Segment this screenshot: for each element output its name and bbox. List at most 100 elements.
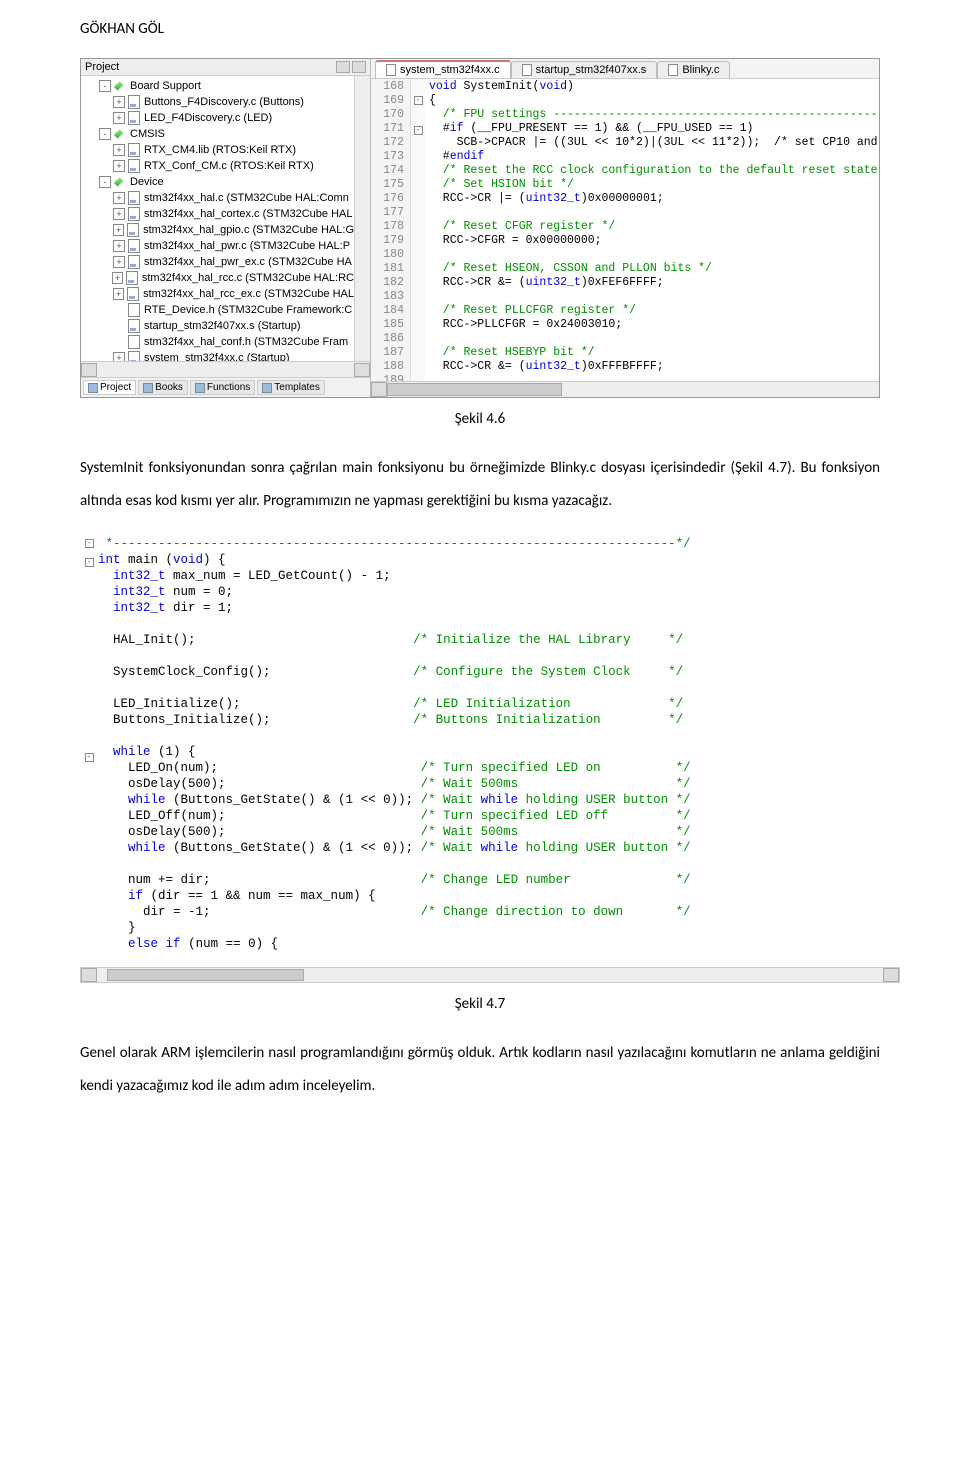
scrollbar-thumb[interactable] — [387, 383, 562, 396]
tree-item[interactable]: startup_stm32f407xx.s (Startup) — [81, 318, 354, 334]
code-line[interactable]: RCC->CR |= (uint32_t)0x00000001; — [429, 192, 879, 206]
code-line[interactable]: #endif — [429, 150, 879, 164]
panel-pin-icon[interactable] — [336, 61, 350, 73]
editor-tab[interactable]: system_stm32f4xx.c — [375, 60, 511, 78]
tree-item-label: Board Support — [130, 80, 201, 92]
panel-tab[interactable]: Functions — [190, 380, 255, 395]
code-line[interactable]: /* FPU settings ------------------------… — [429, 108, 879, 122]
tree-item[interactable]: -Device — [81, 174, 354, 190]
code-line[interactable]: void SystemInit(void) — [429, 80, 879, 94]
code-line[interactable] — [429, 206, 879, 220]
line-number: 182 — [371, 276, 404, 290]
tree-item[interactable]: +stm32f4xx_hal_gpio.c (STM32Cube HAL:G — [81, 222, 354, 238]
tree-expander-icon[interactable]: + — [113, 192, 125, 204]
tree-item[interactable]: +system_stm32f4xx.c (Startup) — [81, 350, 354, 361]
code-editor[interactable]: 1681691701711721731741751761771781791801… — [371, 79, 879, 381]
diamond-icon — [114, 177, 123, 186]
line-number: 176 — [371, 192, 404, 206]
code-figure-scrollbar[interactable] — [80, 967, 900, 983]
code-line[interactable]: /* Reset HSEBYP bit */ — [429, 346, 879, 360]
tree-item[interactable]: - Board Support — [81, 78, 354, 94]
tree-expander-icon[interactable]: + — [113, 96, 125, 108]
tree-item[interactable]: +stm32f4xx_hal.c (STM32Cube HAL:Comn — [81, 190, 354, 206]
tree-item-label: startup_stm32f407xx.s (Startup) — [144, 320, 301, 332]
tree-item[interactable]: +stm32f4xx_hal_pwr.c (STM32Cube HAL:P — [81, 238, 354, 254]
code-line[interactable]: RCC->PLLCFGR = 0x24003010; — [429, 318, 879, 332]
tree-item[interactable]: +stm32f4xx_hal_rcc_ex.c (STM32Cube HAL — [81, 286, 354, 302]
tree-item-label: RTX_Conf_CM.c (RTOS:Keil RTX) — [144, 160, 314, 172]
code-line[interactable]: /* Reset the RCC clock configuration to … — [429, 164, 879, 178]
scrollbar-thumb[interactable] — [107, 969, 304, 981]
tree-expander-icon[interactable]: + — [113, 288, 125, 300]
code-line[interactable]: RCC->CR &= (uint32_t)0xFEF6FFFF; — [429, 276, 879, 290]
fold-column-2[interactable]: - - - — [80, 536, 98, 961]
page-author: GÖKHAN GÖL — [0, 0, 960, 48]
code-lines[interactable]: void SystemInit(void){ /* FPU settings -… — [425, 79, 879, 381]
tree-expander-icon[interactable]: + — [113, 208, 125, 220]
tree-item[interactable]: +stm32f4xx_hal_rcc.c (STM32Cube HAL:RC — [81, 270, 354, 286]
code-line[interactable]: /* Reset CFGR register */ — [429, 220, 879, 234]
code-line[interactable]: SCB->CPACR |= ((3UL << 10*2)|(3UL << 11*… — [429, 136, 879, 150]
tree-scrollbar-horizontal[interactable] — [81, 361, 370, 377]
tree-expander-icon[interactable]: + — [112, 272, 124, 284]
tree-expander-icon[interactable]: + — [113, 256, 125, 268]
tree-expander-icon[interactable]: + — [113, 240, 125, 252]
code-line[interactable]: RCC->CR &= (uint32_t)0xFFFBFFFF; — [429, 360, 879, 374]
tree-item[interactable]: + RTX_Conf_CM.c (RTOS:Keil RTX) — [81, 158, 354, 174]
diamond-icon — [114, 81, 123, 90]
line-number: 178 — [371, 220, 404, 234]
editor-tab[interactable]: Blinky.c — [657, 61, 730, 78]
tree-expander-icon[interactable]: - — [99, 128, 111, 140]
tree-expander-icon[interactable]: + — [113, 144, 125, 156]
tree-item[interactable]: + stm32f4xx_hal_pwr_ex.c (STM32Cube HA — [81, 254, 354, 270]
scroll-left-icon[interactable] — [81, 968, 97, 982]
editor-scrollbar-horizontal[interactable] — [371, 381, 879, 397]
fold-toggle-icon[interactable]: - — [414, 96, 423, 105]
fold-column[interactable]: -- — [411, 79, 425, 381]
panel-tab[interactable]: Project — [83, 380, 136, 395]
fold-toggle-icon[interactable]: - — [85, 558, 94, 567]
c-file-icon — [128, 95, 140, 109]
panel-tab[interactable]: Templates — [257, 380, 325, 395]
tree-item-label: stm32f4xx_hal_pwr_ex.c (STM32Cube HA — [144, 256, 352, 268]
tree-expander-icon[interactable]: - — [99, 80, 111, 92]
code-line[interactable] — [429, 374, 879, 381]
tree-item[interactable]: +Buttons_F4Discovery.c (Buttons) — [81, 94, 354, 110]
scroll-right-icon[interactable] — [354, 363, 370, 377]
tree-item[interactable]: +RTX_CM4.lib (RTOS:Keil RTX) — [81, 142, 354, 158]
code-line[interactable]: /* Set HSION bit */ — [429, 178, 879, 192]
code-line — [98, 680, 900, 696]
file-icon — [668, 64, 678, 76]
editor-tab[interactable]: startup_stm32f407xx.s — [511, 61, 658, 78]
tree-expander-icon[interactable]: + — [113, 352, 125, 361]
tree-item[interactable]: RTE_Device.h (STM32Cube Framework:C — [81, 302, 354, 318]
code-line[interactable]: { — [429, 94, 879, 108]
code-line[interactable] — [429, 332, 879, 346]
h-file-icon — [128, 303, 140, 317]
tree-item[interactable]: -CMSIS — [81, 126, 354, 142]
tree-expander-icon[interactable]: + — [113, 224, 125, 236]
scroll-left-icon[interactable] — [371, 382, 387, 397]
tree-expander-icon[interactable]: + — [113, 112, 125, 124]
code-line[interactable]: #if (__FPU_PRESENT == 1) && (__FPU_USED … — [429, 122, 879, 136]
tree-item[interactable]: +LED_F4Discovery.c (LED) — [81, 110, 354, 126]
code-line[interactable]: /* Reset HSEON, CSSON and PLLON bits */ — [429, 262, 879, 276]
scroll-right-icon[interactable] — [883, 968, 899, 982]
code-line[interactable] — [429, 290, 879, 304]
fold-toggle-icon[interactable]: - — [85, 753, 94, 762]
tree-item[interactable]: +stm32f4xx_hal_cortex.c (STM32Cube HAL — [81, 206, 354, 222]
scroll-left-icon[interactable] — [81, 363, 97, 377]
fold-toggle-icon[interactable]: - — [85, 539, 94, 548]
code-line[interactable]: RCC->CFGR = 0x00000000; — [429, 234, 879, 248]
fold-toggle-icon[interactable]: - — [414, 126, 423, 135]
code-line[interactable]: /* Reset PLLCFGR register */ — [429, 304, 879, 318]
tree-scrollbar-vertical[interactable] — [354, 76, 370, 361]
code-line[interactable] — [429, 248, 879, 262]
tree-expander-icon[interactable]: + — [113, 160, 125, 172]
tree-item[interactable]: stm32f4xx_hal_conf.h (STM32Cube Fram — [81, 334, 354, 350]
tree-expander-icon[interactable]: - — [99, 176, 111, 188]
panel-tab[interactable]: Books — [138, 380, 188, 395]
project-tree[interactable]: - Board Support +Buttons_F4Discovery.c (Bu… — [81, 76, 354, 361]
project-panel-title-bar: Project — [81, 59, 370, 76]
panel-close-icon[interactable] — [352, 61, 366, 73]
